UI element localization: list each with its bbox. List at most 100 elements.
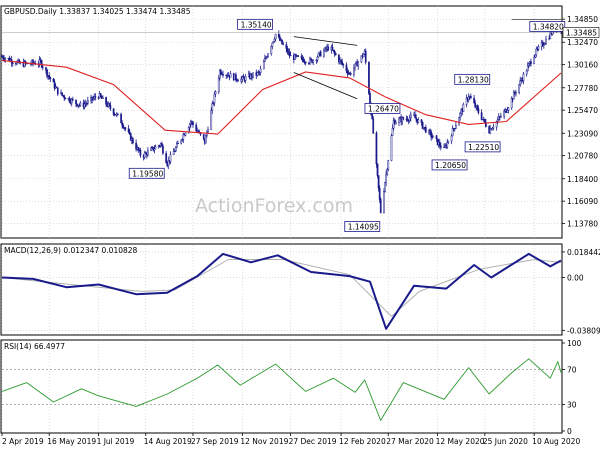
candle-body (52, 78, 55, 83)
candle-body (192, 121, 194, 126)
candle-body (349, 73, 352, 75)
candle-body (398, 118, 400, 123)
candle-body (68, 97, 71, 102)
candle-body (205, 135, 207, 144)
candle-body (432, 135, 435, 138)
price-tick-label: 1.18400 (567, 175, 598, 184)
candle-body (282, 43, 284, 45)
candle-body (244, 76, 247, 81)
candle-body (458, 117, 460, 126)
candle (297, 55, 299, 58)
candle-body (165, 152, 168, 164)
candle-body (154, 146, 157, 150)
candle-body (210, 110, 213, 130)
candle-body (357, 61, 360, 67)
swing-label: 1.20650 (435, 161, 466, 170)
candle-body (377, 175, 380, 189)
candle-body (61, 92, 63, 96)
candle-body (496, 119, 499, 122)
candle-body (267, 53, 269, 58)
candle-body (174, 147, 177, 152)
candle-body (317, 52, 320, 58)
candle-body (537, 46, 540, 50)
candle-body (302, 59, 305, 63)
swing-label: 1.19580 (132, 169, 163, 178)
candle-body (473, 97, 475, 104)
candle-body (184, 132, 187, 136)
swing-label: 1.26470 (368, 104, 399, 113)
candle-body (476, 105, 479, 109)
macd-header: MACD(12,26,9) 0.012347 0.010828 (4, 246, 138, 255)
candle-body (150, 147, 152, 152)
candle-body (109, 104, 112, 109)
candle-body (364, 50, 367, 63)
candle (372, 116, 375, 134)
candle-body (121, 122, 124, 126)
candle-body (297, 55, 299, 57)
rsi-tick-label: 30 (567, 401, 577, 410)
candle-body (510, 98, 513, 109)
candle-body (319, 51, 322, 57)
candle-body (94, 96, 97, 98)
candle-body (500, 116, 502, 118)
candle-body (83, 103, 86, 108)
candle-body (2, 56, 4, 59)
swing-label: 1.22510 (468, 143, 499, 152)
candle-body (207, 129, 209, 133)
x-tick-label: 27 Sep 2019 (191, 437, 239, 446)
candle-body (99, 93, 102, 97)
candle-body (518, 84, 521, 93)
x-tick-label: 27 Mar 2020 (386, 437, 434, 446)
candle-body (102, 97, 104, 99)
candle-body (534, 54, 537, 58)
candle (390, 133, 393, 162)
candle-body (384, 182, 386, 192)
candle (379, 197, 382, 214)
candle-body (450, 135, 453, 142)
rsi-panel (0, 339, 563, 434)
swing-label: 1.35140 (241, 20, 272, 29)
candle-body (220, 70, 222, 75)
candle-body (264, 58, 266, 62)
rsi-tick-label: 70 (567, 365, 577, 374)
candle-body (519, 80, 522, 85)
candle-body (127, 128, 130, 133)
price-tick-label: 1.16090 (567, 197, 598, 206)
swing-label: 1.34820 (533, 22, 564, 31)
price-tick-label: 1.23090 (567, 129, 598, 138)
candle-body (447, 140, 450, 143)
price-header: GBPUSD.Daily 1.33837 1.34025 1.33474 1.3… (4, 7, 191, 16)
candle (432, 135, 435, 138)
x-tick-label: 2 Apr 2019 (2, 437, 44, 446)
candle-body (331, 46, 334, 51)
candle-body (75, 99, 77, 105)
candle-body (4, 58, 7, 61)
candle-body (172, 151, 175, 155)
candle-body (530, 61, 532, 65)
forex-chart: ActionForex.com 1.35140 1.19580 1.14095 1.2… (0, 5, 600, 446)
candle-body (270, 46, 273, 55)
candle-body (105, 97, 107, 105)
candle-body (32, 60, 34, 64)
candle-body (533, 57, 536, 65)
x-tick-label: 12 Nov 2019 (240, 437, 288, 446)
candle-body (222, 74, 224, 76)
candle-body (512, 92, 515, 100)
candle-body (369, 93, 371, 104)
candle-body (217, 77, 220, 93)
rsi-tick-label: 100 (567, 339, 582, 348)
candle-body (237, 80, 239, 82)
candle (387, 159, 390, 172)
candle (267, 53, 269, 58)
candle-body (378, 187, 381, 200)
x-tick-label: 16 May 2019 (47, 437, 96, 446)
candle-body (535, 48, 538, 56)
candle-body (342, 63, 345, 66)
candle-body (372, 118, 375, 134)
candle-body (202, 134, 205, 140)
candle-body (304, 61, 307, 64)
candle-body (195, 124, 198, 132)
rsi-header: RSI(14) 66.4977 (4, 342, 65, 351)
current-price-label: 1.33485 (566, 28, 597, 37)
macd-tick-label: 0.00 (567, 274, 584, 283)
